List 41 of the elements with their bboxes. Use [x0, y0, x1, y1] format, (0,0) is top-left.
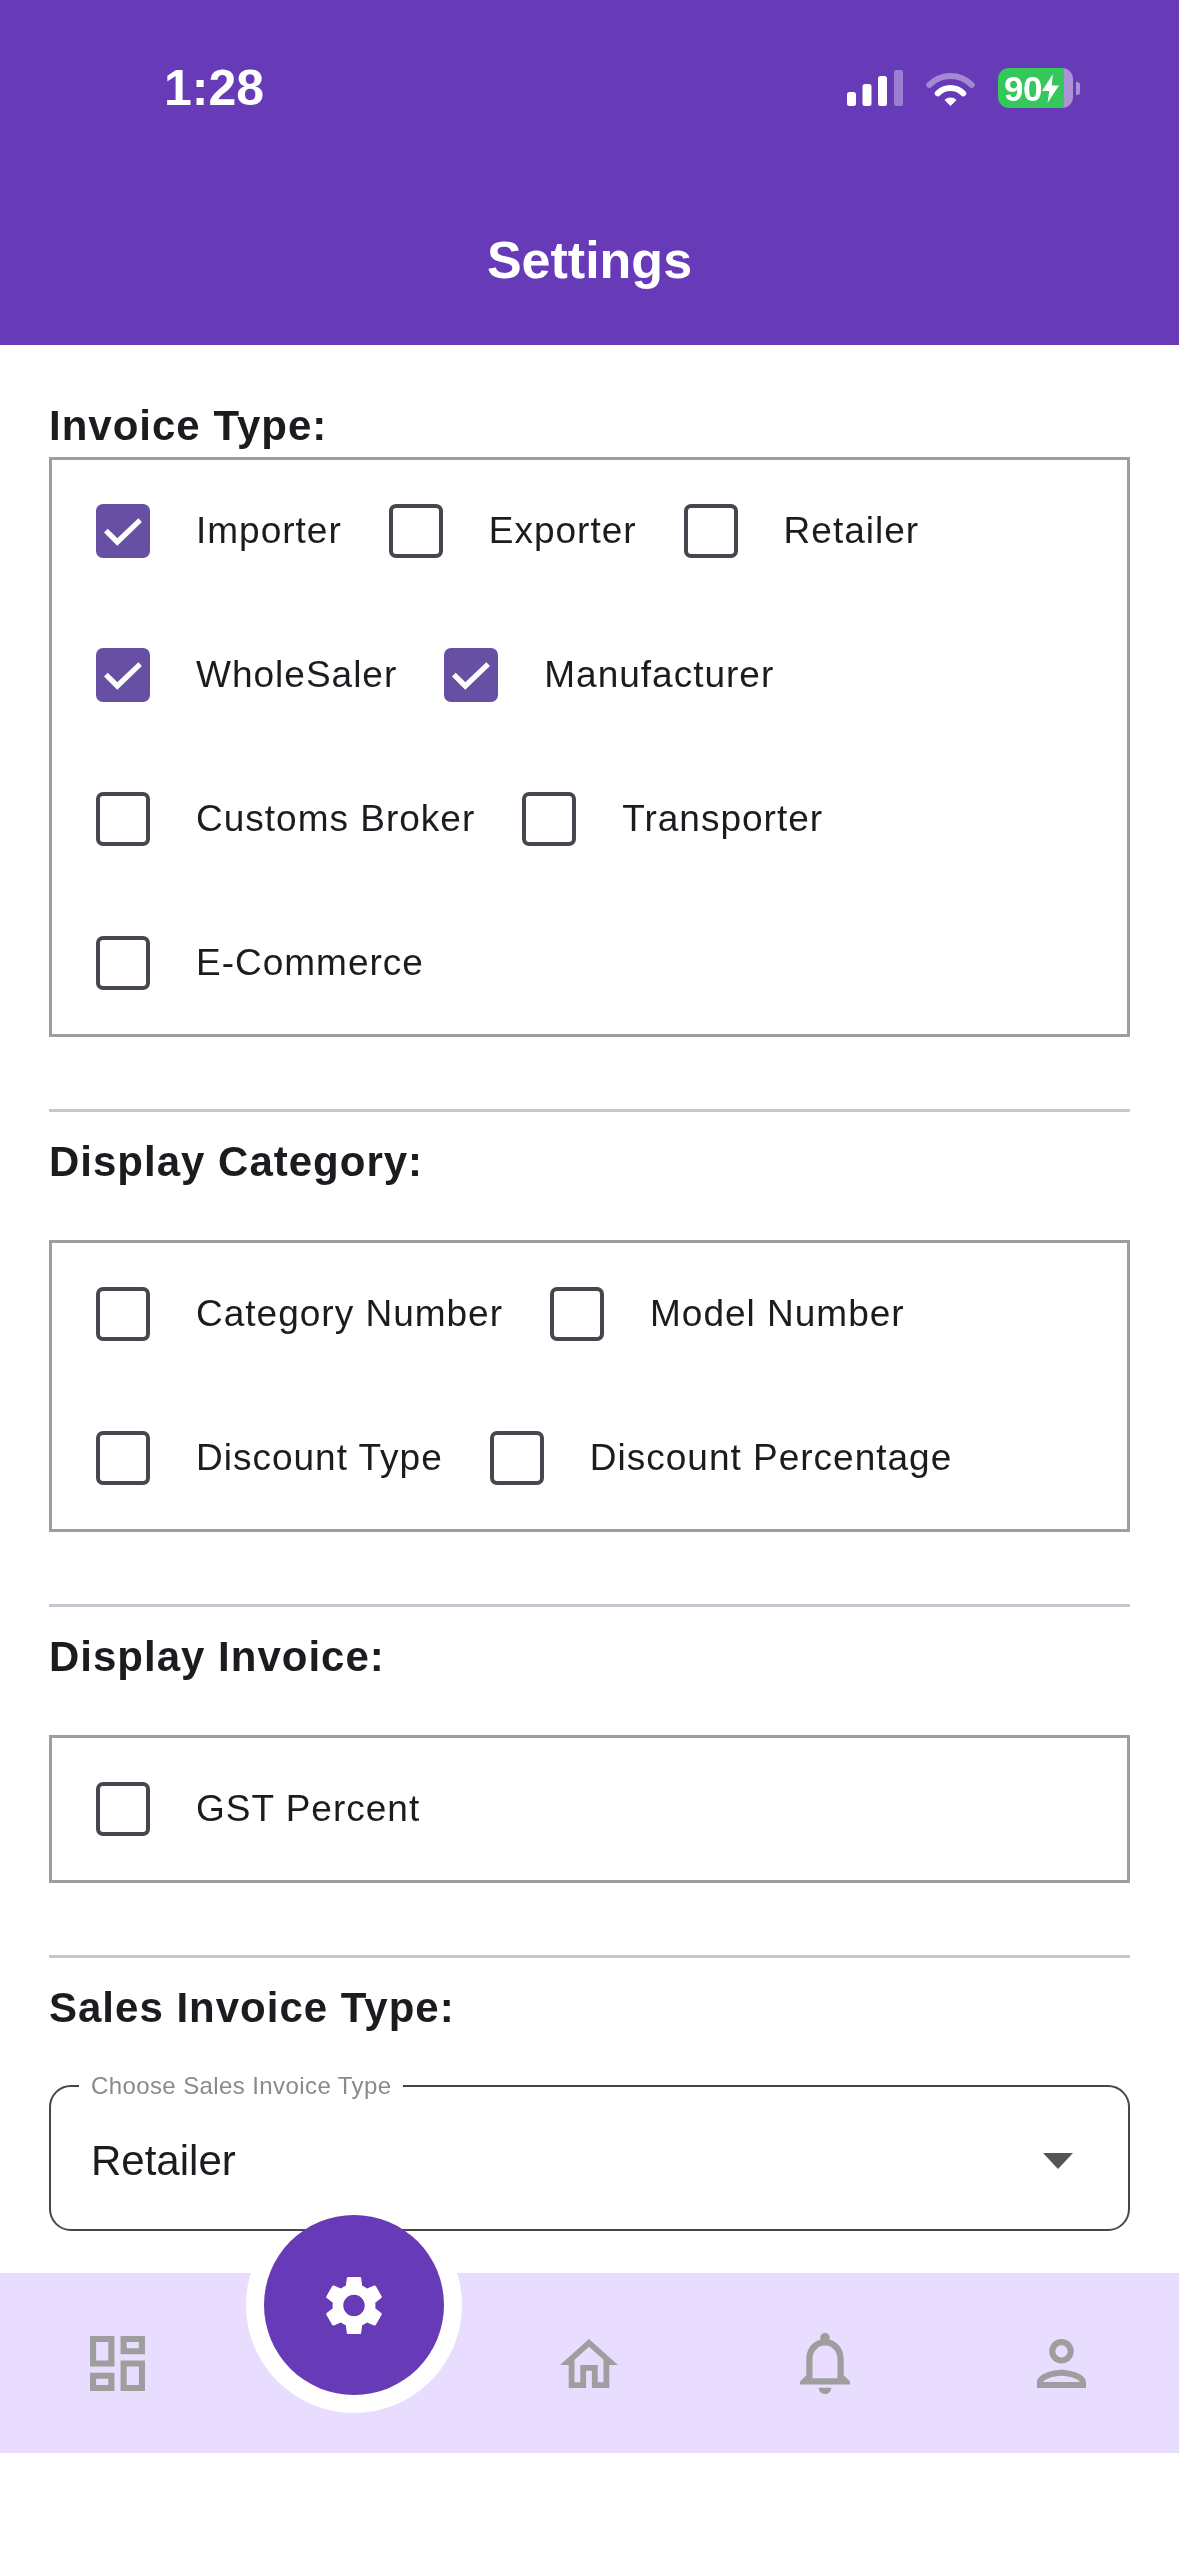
check-icon — [451, 660, 492, 690]
checkbox[interactable] — [550, 1287, 604, 1341]
section-heading: Display Invoice: — [49, 1632, 386, 1682]
checkbox[interactable] — [96, 792, 150, 846]
checkbox-label: Customs Broker — [196, 797, 476, 841]
checkbox[interactable] — [683, 504, 738, 558]
status-time: 1:28 — [164, 63, 265, 113]
check-icon — [103, 516, 143, 546]
checkbox-label: Manufacturer — [544, 653, 775, 697]
checkbox-label: Model Number — [650, 1292, 905, 1336]
section-heading: Invoice Type: — [49, 401, 329, 451]
checkbox-label: Discount Percentage — [589, 1436, 953, 1480]
checkbox[interactable] — [388, 504, 443, 558]
checkbox-label: Exporter — [488, 509, 637, 553]
checkbox-label: Transporter — [622, 797, 824, 841]
checkbox[interactable] — [489, 1431, 544, 1485]
checkbox[interactable] — [522, 792, 577, 846]
checkbox[interactable] — [96, 504, 150, 558]
checkbox[interactable] — [96, 1287, 150, 1341]
signal-icon — [847, 70, 903, 106]
checkbox[interactable] — [444, 648, 499, 702]
checkbox[interactable] — [96, 648, 150, 702]
settings-icon — [325, 2275, 382, 2335]
check-icon — [103, 660, 143, 690]
caret-icon — [1043, 2153, 1073, 2169]
checkbox-label: GST Percent — [196, 1787, 421, 1831]
bolt-icon — [1041, 73, 1059, 103]
checkbox[interactable] — [96, 1782, 150, 1836]
checkbox-label: E-Commerce — [196, 941, 424, 985]
section-heading: Sales Invoice Type: — [49, 1983, 456, 2033]
checkbox-label: WholeSaler — [196, 653, 398, 697]
checkbox-label: Discount Type — [196, 1436, 443, 1480]
checkbox[interactable] — [96, 1431, 150, 1485]
checkbox-label: Retailer — [783, 509, 920, 553]
checkbox-label: Importer — [196, 509, 342, 553]
app-bar-title: Settings — [486, 230, 693, 292]
checkbox-label: Category Number — [196, 1292, 503, 1336]
section-heading: Display Category: — [49, 1137, 425, 1187]
checkbox[interactable] — [96, 936, 150, 990]
battery-percent: 90 — [1004, 70, 1042, 106]
wifi-icon — [925, 70, 976, 106]
